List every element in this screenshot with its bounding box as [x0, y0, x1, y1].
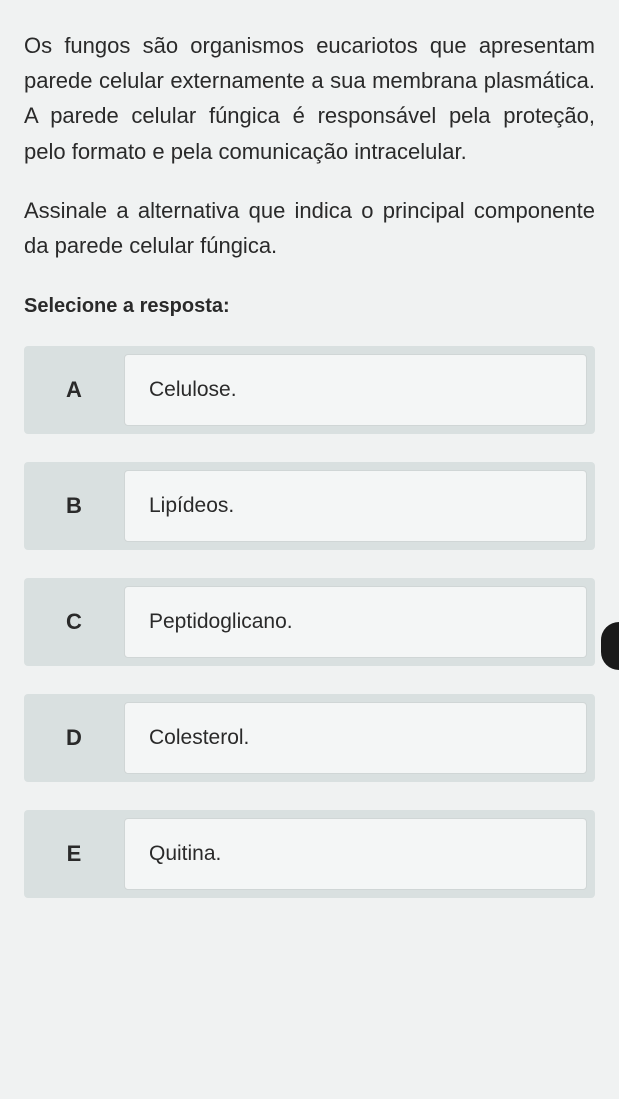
- side-navigation-handle[interactable]: [601, 622, 619, 670]
- option-text: Peptidoglicano.: [149, 610, 293, 634]
- option-d[interactable]: D Colesterol.: [24, 694, 595, 782]
- option-letter: C: [24, 578, 124, 666]
- option-b[interactable]: B Lipídeos.: [24, 462, 595, 550]
- option-text: Quitina.: [149, 842, 221, 866]
- option-e[interactable]: E Quitina.: [24, 810, 595, 898]
- option-letter: E: [24, 810, 124, 898]
- option-text-wrap: Quitina.: [124, 818, 587, 890]
- option-letter: A: [24, 346, 124, 434]
- option-text-wrap: Lipídeos.: [124, 470, 587, 542]
- option-letter: B: [24, 462, 124, 550]
- option-letter: D: [24, 694, 124, 782]
- option-c[interactable]: C Peptidoglicano.: [24, 578, 595, 666]
- option-text-wrap: Peptidoglicano.: [124, 586, 587, 658]
- select-response-label: Selecione a resposta:: [24, 295, 595, 318]
- question-context: Os fungos são organismos eucariotos que …: [24, 28, 595, 169]
- option-text-wrap: Celulose.: [124, 354, 587, 426]
- option-text: Celulose.: [149, 378, 237, 402]
- option-a[interactable]: A Celulose.: [24, 346, 595, 434]
- option-text: Lipídeos.: [149, 494, 234, 518]
- option-text-wrap: Colesterol.: [124, 702, 587, 774]
- option-text: Colesterol.: [149, 726, 249, 750]
- options-list: A Celulose. B Lipídeos. C Peptidoglicano…: [24, 346, 595, 898]
- question-prompt: Assinale a alternativa que indica o prin…: [24, 193, 595, 263]
